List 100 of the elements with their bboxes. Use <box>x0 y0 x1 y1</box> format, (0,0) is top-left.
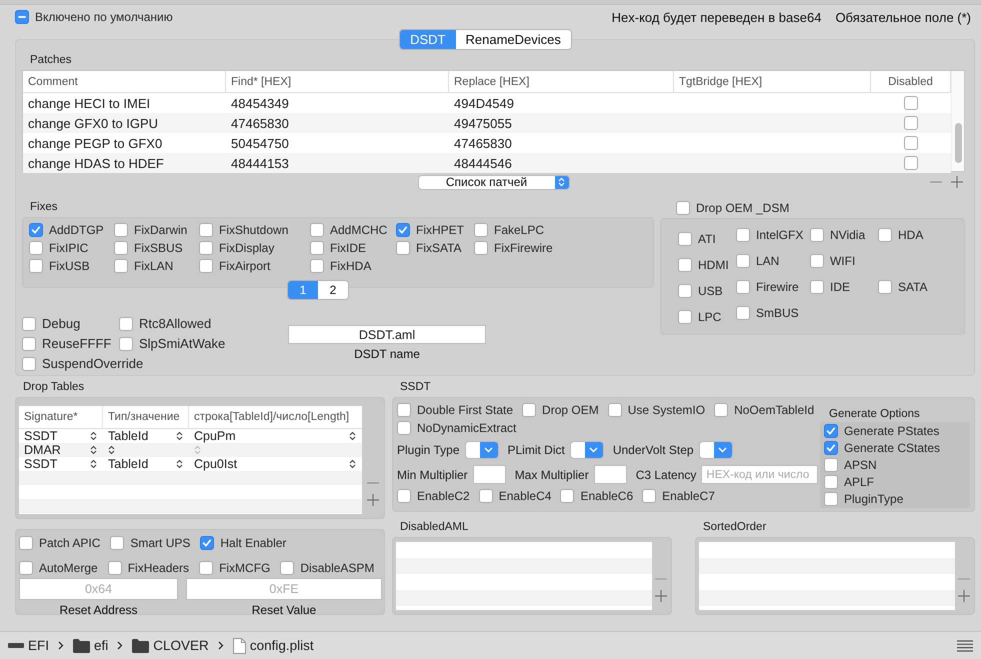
column-header[interactable]: TgtBridge [HEX] <box>674 71 871 92</box>
patch-list-popup[interactable]: Список патчей <box>418 174 570 190</box>
checkbox[interactable] <box>736 254 750 268</box>
checkbox[interactable] <box>678 284 692 298</box>
checkbox[interactable] <box>608 403 622 417</box>
path-item[interactable]: efi <box>73 638 108 653</box>
checkbox[interactable] <box>676 201 690 215</box>
checkbox[interactable] <box>810 280 824 294</box>
popup-button[interactable] <box>570 440 604 458</box>
checkbox[interactable] <box>824 424 838 438</box>
column-header[interactable]: Replace [HEX] <box>449 71 674 92</box>
updown-arrows-icon[interactable] <box>176 431 183 441</box>
checkbox[interactable] <box>396 223 410 237</box>
checkbox[interactable] <box>642 489 656 503</box>
updown-arrows-icon[interactable] <box>90 445 97 455</box>
checkbox[interactable] <box>824 458 838 472</box>
checkbox[interactable] <box>397 421 411 435</box>
column-header[interactable]: Signature* <box>19 406 103 428</box>
updown-arrows-icon[interactable] <box>90 459 97 469</box>
plus-icon[interactable] <box>655 590 667 602</box>
checkbox[interactable] <box>810 228 824 242</box>
checkbox[interactable] <box>19 561 33 575</box>
checkbox[interactable] <box>736 280 750 294</box>
updown-arrows-icon[interactable] <box>349 459 356 469</box>
plus-icon[interactable] <box>951 176 963 188</box>
checkbox[interactable] <box>560 489 574 503</box>
checkbox[interactable] <box>397 403 411 417</box>
checkbox[interactable] <box>474 241 488 255</box>
column-header[interactable]: Comment <box>23 71 226 92</box>
checkbox[interactable] <box>904 136 918 150</box>
plus-icon[interactable] <box>958 590 970 602</box>
checkbox[interactable] <box>114 241 128 255</box>
popup-button[interactable] <box>698 440 733 458</box>
checkbox[interactable] <box>310 259 324 273</box>
path-item[interactable]: CLOVER <box>132 638 209 653</box>
checkbox-label: IDE <box>830 280 850 294</box>
checkbox[interactable] <box>396 241 410 255</box>
checkbox[interactable] <box>397 489 411 503</box>
input-field[interactable]: 0x64 <box>19 578 178 600</box>
column-header[interactable]: Тип/значение <box>103 406 189 428</box>
input-field[interactable] <box>472 465 506 484</box>
checkbox[interactable] <box>714 403 728 417</box>
checkbox[interactable] <box>15 10 29 24</box>
menu-icon[interactable] <box>957 640 973 652</box>
popup-button[interactable] <box>464 440 498 458</box>
checkbox[interactable] <box>478 489 493 503</box>
updown-arrows-icon[interactable] <box>108 445 115 455</box>
checkbox[interactable] <box>678 258 692 272</box>
checkbox[interactable] <box>199 241 213 255</box>
checkbox[interactable] <box>824 440 838 454</box>
checkbox[interactable] <box>878 280 892 294</box>
checkbox[interactable] <box>22 336 36 350</box>
checkbox[interactable] <box>310 223 324 237</box>
checkbox[interactable] <box>736 228 750 242</box>
checkbox[interactable] <box>108 561 122 575</box>
path-item[interactable]: config.plist <box>232 638 314 654</box>
checkbox[interactable] <box>904 116 918 130</box>
checkbox[interactable] <box>119 336 133 350</box>
updown-arrows-icon <box>558 177 565 187</box>
updown-arrows-icon[interactable] <box>90 431 97 441</box>
checkbox[interactable] <box>280 561 294 575</box>
checkbox[interactable] <box>736 306 750 320</box>
path-item[interactable]: EFI <box>8 638 50 653</box>
updown-arrows-icon[interactable] <box>349 431 356 441</box>
checkbox[interactable] <box>678 310 692 324</box>
checkbox[interactable] <box>22 316 36 330</box>
checkbox[interactable] <box>22 356 36 370</box>
checkbox[interactable] <box>824 492 838 506</box>
checkbox[interactable] <box>522 403 536 417</box>
input-field[interactable]: 0xFE <box>186 578 382 600</box>
chevron-down-icon <box>484 446 493 452</box>
checkbox[interactable] <box>114 259 128 273</box>
checkbox[interactable] <box>119 316 133 330</box>
scrollbar[interactable] <box>954 123 962 163</box>
checkbox[interactable] <box>199 561 214 575</box>
checkbox[interactable] <box>110 536 124 550</box>
checkbox[interactable] <box>810 254 824 268</box>
checkbox[interactable] <box>310 241 324 255</box>
checkbox[interactable] <box>29 259 43 273</box>
table-cell: SSDT <box>24 457 58 471</box>
checkbox[interactable] <box>678 232 692 246</box>
checkbox[interactable] <box>29 241 43 255</box>
checkbox[interactable] <box>474 223 488 237</box>
column-header[interactable]: строка[TableId]/число[Length] <box>189 406 362 428</box>
checkbox[interactable] <box>29 223 43 237</box>
checkbox[interactable] <box>904 96 918 110</box>
checkbox[interactable] <box>199 223 213 237</box>
input-field[interactable] <box>594 465 627 484</box>
input-field[interactable]: HEX-код или число <box>701 465 818 484</box>
dsdt-name-field[interactable]: DSDT.aml <box>288 325 486 344</box>
column-header[interactable]: Find* [HEX] <box>226 71 449 92</box>
updown-arrows-icon[interactable] <box>176 459 183 469</box>
checkbox[interactable] <box>114 223 128 237</box>
checkbox[interactable] <box>199 259 213 273</box>
plus-icon[interactable] <box>367 494 379 506</box>
checkbox[interactable] <box>878 228 892 242</box>
checkbox[interactable] <box>904 156 918 170</box>
checkbox[interactable] <box>19 536 33 550</box>
checkbox[interactable] <box>200 536 214 550</box>
checkbox[interactable] <box>824 474 838 488</box>
